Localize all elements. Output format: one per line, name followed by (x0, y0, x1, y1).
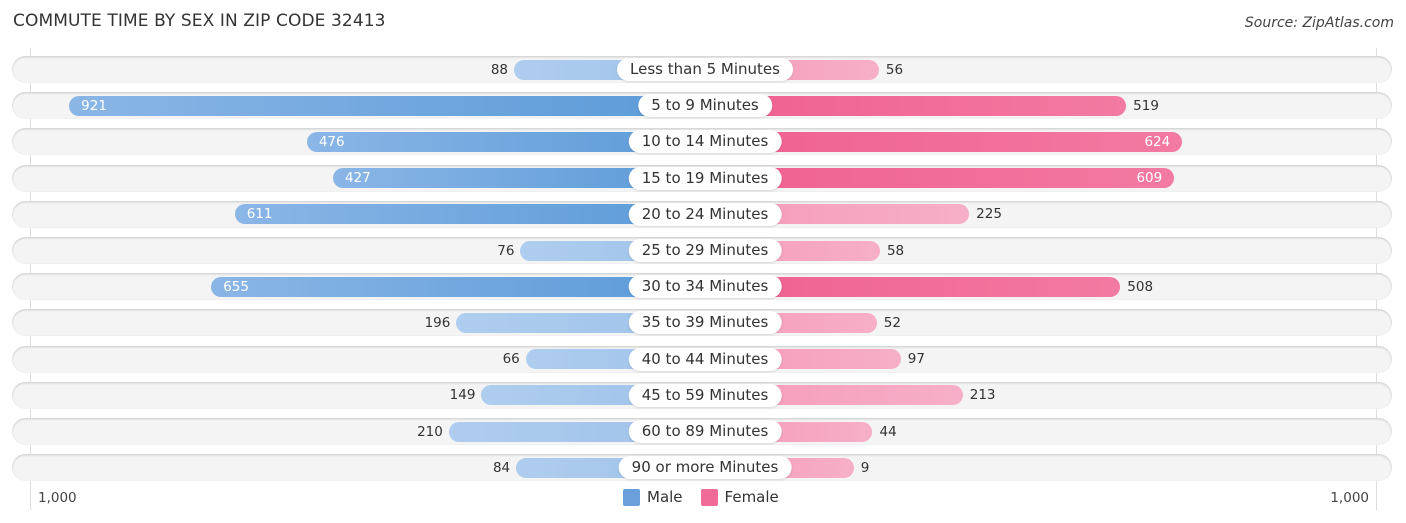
value-label-male: 921 (81, 97, 107, 114)
value-label-male: 611 (246, 206, 273, 223)
legend: Male Female (623, 488, 797, 506)
category-label: 30 to 34 Minutes (628, 275, 782, 299)
category-label: 40 to 44 Minutes (628, 347, 782, 371)
category-label: 20 to 24 Minutes (628, 202, 782, 226)
value-label-female: 609 (1136, 170, 1163, 187)
value-label-male: 88 (490, 61, 509, 78)
category-label: 60 to 89 Minutes (628, 420, 782, 443)
value-label-male: 655 (223, 278, 249, 295)
category-label: 5 to 9 Minutes (638, 94, 772, 118)
value-label-female: 52 (883, 314, 901, 331)
value-label-female: 508 (1127, 278, 1154, 295)
category-label: 15 to 19 Minutes (628, 166, 782, 190)
legend-label-male: Male (647, 488, 683, 506)
legend-item-male[interactable]: Male (623, 488, 683, 506)
value-label-female: 519 (1133, 97, 1159, 114)
category-label: Less than 5 Minutes (617, 58, 793, 81)
value-label-male: 476 (318, 133, 345, 150)
chart-title: COMMUTE TIME BY SEX IN ZIP CODE 32413 (13, 11, 386, 31)
right-axis-tick-label: 1,000 (1330, 490, 1369, 506)
category-label: 45 to 59 Minutes (628, 383, 782, 407)
value-label-male: 84 (492, 459, 511, 476)
value-label-female: 44 (879, 423, 897, 440)
bar-male[interactable] (69, 95, 705, 116)
category-label: 25 to 29 Minutes (628, 239, 782, 262)
legend-swatch-female (700, 488, 718, 506)
left-axis-tick-label: 1,000 (38, 490, 77, 506)
value-label-female: 225 (976, 206, 1002, 223)
value-label-male: 196 (424, 314, 451, 331)
value-label-female: 9 (860, 459, 870, 476)
value-label-female: 97 (907, 351, 925, 368)
value-label-male: 427 (344, 170, 371, 187)
category-label: 10 to 14 Minutes (628, 130, 782, 154)
value-label-female: 56 (885, 61, 904, 78)
legend-item-female[interactable]: Female (700, 488, 779, 506)
value-label-male: 149 (449, 387, 476, 404)
value-label-female: 58 (886, 242, 905, 259)
source-label: Source: ZipAtlas.com (1244, 15, 1394, 31)
value-label-male: 76 (497, 242, 515, 259)
value-label-male: 210 (417, 423, 443, 440)
category-label: 90 or more Minutes (618, 456, 792, 480)
value-label-female: 624 (1144, 133, 1171, 150)
category-label: 35 to 39 Minutes (628, 311, 782, 335)
value-label-female: 213 (969, 387, 996, 404)
legend-swatch-male (623, 488, 640, 506)
legend-label-female: Female (724, 488, 779, 506)
value-label-male: 66 (502, 351, 520, 368)
